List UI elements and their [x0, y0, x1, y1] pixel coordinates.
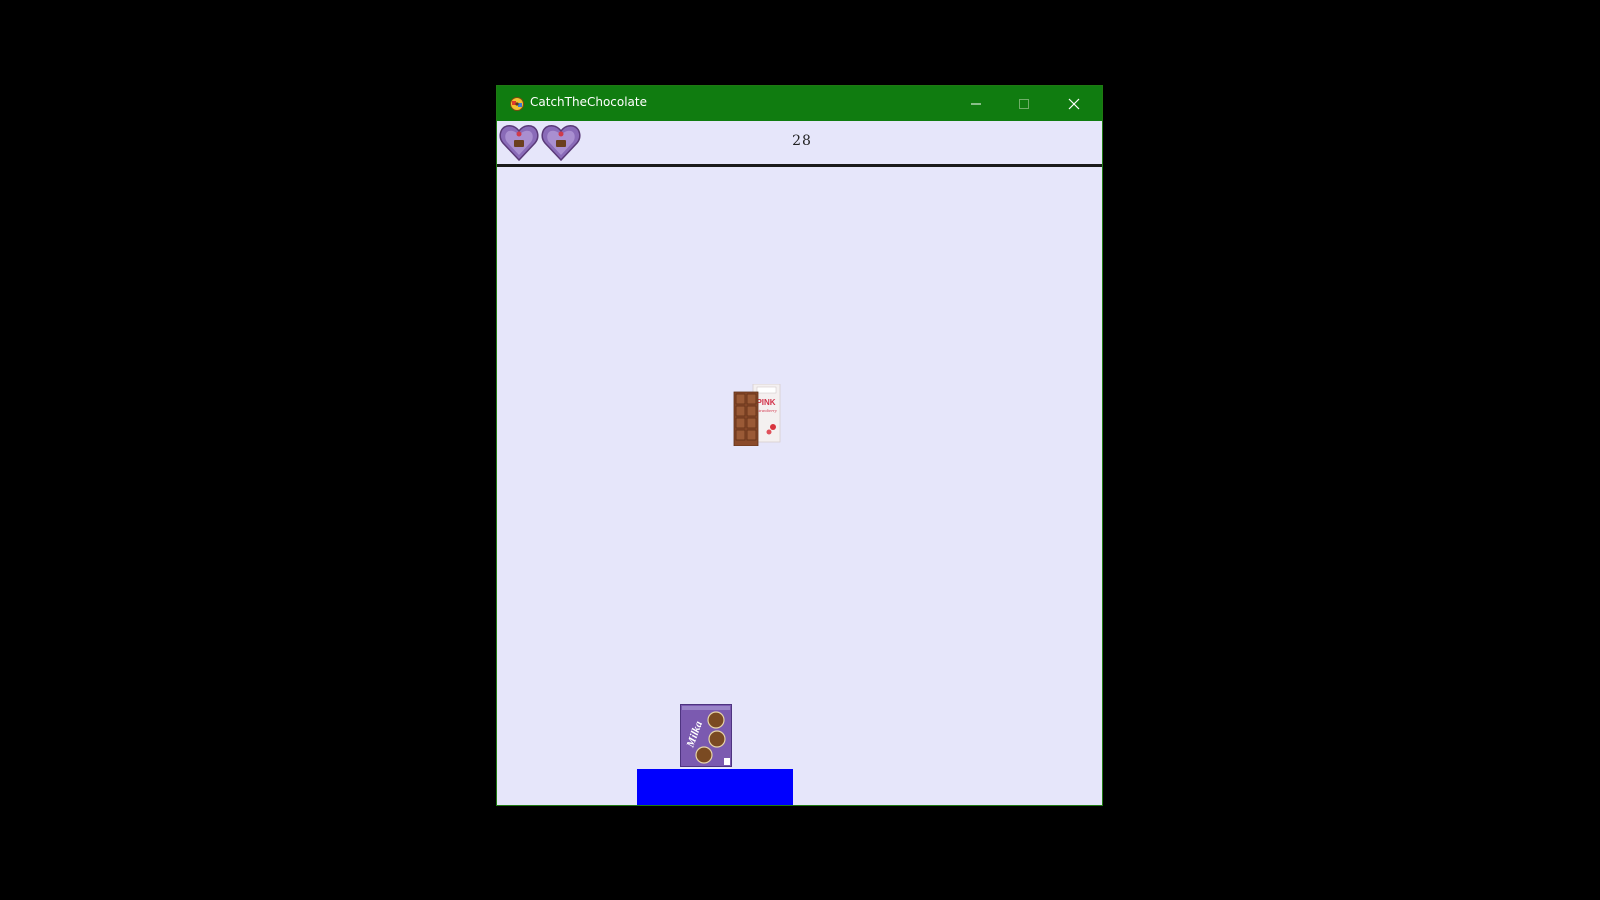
svg-text:strawberry: strawberry — [757, 408, 777, 413]
maximize-icon — [1019, 98, 1029, 109]
player-basket[interactable] — [637, 769, 793, 805]
minimize-icon — [971, 103, 981, 104]
hud-bar: 28 — [497, 121, 1102, 164]
heart-chocolate-icon — [499, 125, 539, 162]
caught-chocolate-bar: Milka — [680, 704, 732, 767]
close-icon — [1068, 98, 1080, 109]
app-icon — [510, 97, 524, 111]
falling-chocolate-bar: PINK strawberry — [733, 384, 781, 446]
maximize-button[interactable] — [1000, 86, 1048, 121]
falling-item-label: PINK — [756, 398, 775, 407]
score-display: 28 — [792, 133, 812, 149]
desktop-background: CatchTheChocolate 28 PINK strawberry Mil… — [0, 0, 1600, 900]
window-title: CatchTheChocolate — [530, 95, 647, 109]
heart-chocolate-icon — [541, 125, 581, 162]
play-area[interactable]: PINK strawberry Milka — [497, 167, 1102, 805]
game-window: CatchTheChocolate 28 PINK strawberry Mil… — [497, 86, 1102, 805]
close-button[interactable] — [1050, 86, 1098, 121]
title-bar[interactable]: CatchTheChocolate — [497, 86, 1102, 121]
minimize-button[interactable] — [952, 86, 1000, 121]
